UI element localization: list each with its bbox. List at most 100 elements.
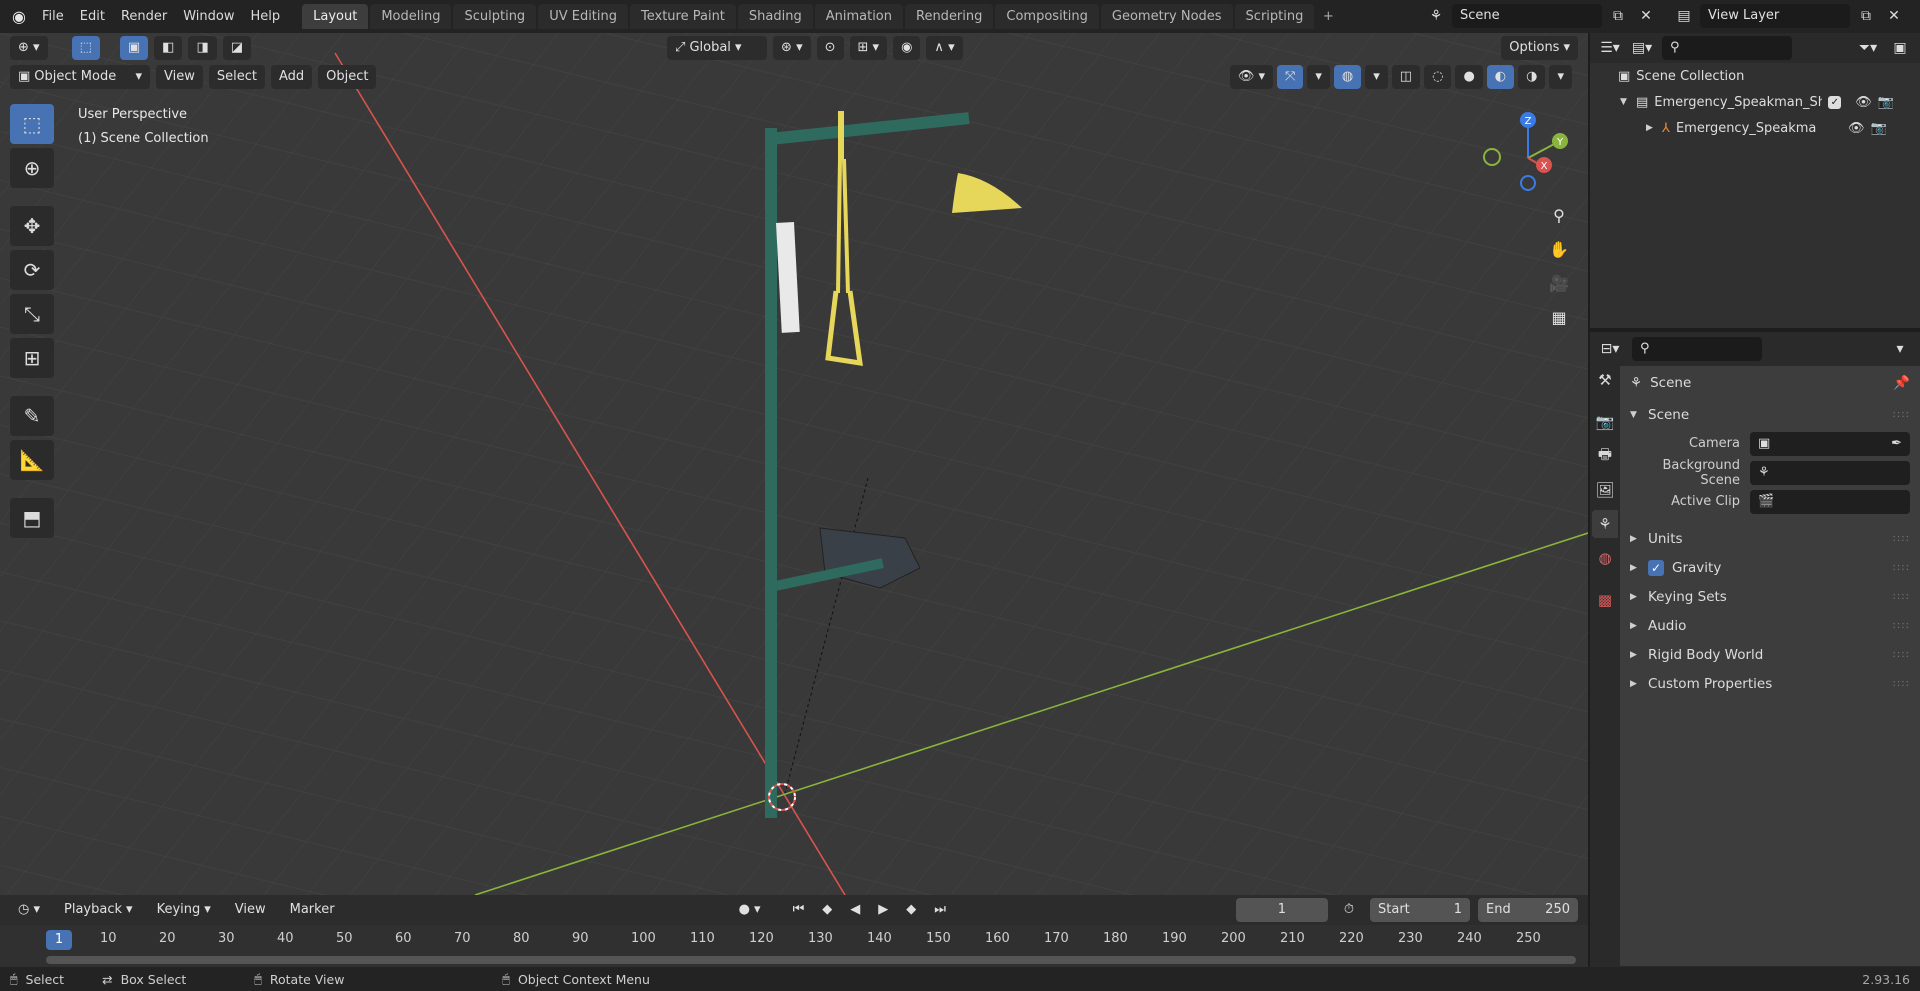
keying-sets-section[interactable]: ▶ Keying Sets :::: <box>1620 582 1920 611</box>
keying-menu[interactable]: Keying ▾ <box>148 898 219 922</box>
camera-icon[interactable]: 📷 <box>1878 95 1894 110</box>
tab-geometry-nodes[interactable]: Geometry Nodes <box>1100 4 1233 29</box>
view-layer-tab-icon[interactable]: 🖼 <box>1592 476 1618 504</box>
drag-handle-icon[interactable]: :::: <box>1893 409 1910 420</box>
menu-edit[interactable]: Edit <box>72 5 113 29</box>
render-tab-icon[interactable]: 📷 <box>1592 408 1618 436</box>
tab-texture-paint[interactable]: Texture Paint <box>630 4 736 29</box>
scene-icon[interactable]: ⚘ <box>1424 4 1448 28</box>
select-menu[interactable]: Select <box>208 65 265 89</box>
shading-dropdown-icon[interactable]: ▾ <box>1549 65 1572 89</box>
properties-editor-icon[interactable]: ⊟▾ <box>1598 337 1622 361</box>
pan-hand-icon[interactable]: ✋ <box>1544 234 1574 264</box>
outliner-row-object[interactable]: ▶ ⅄ Emergency_Speakman_S 👁 📷 <box>1590 115 1920 141</box>
select-mode-tweak-icon[interactable]: ⬚ <box>71 36 100 60</box>
world-tab-icon[interactable]: ◍ <box>1592 544 1618 572</box>
timeline-editor-type[interactable]: ◷ ▾ <box>10 898 49 922</box>
timeline-scrollbar[interactable] <box>46 956 1576 964</box>
cursor-tool-icon[interactable]: ⊕ <box>10 148 54 188</box>
expand-right-icon[interactable]: ▶ <box>1646 123 1656 133</box>
output-tab-icon[interactable]: 🖶 <box>1592 442 1618 470</box>
custom-properties-section[interactable]: ▶ Custom Properties :::: <box>1620 669 1920 698</box>
blender-logo-icon[interactable]: ◉ <box>4 5 34 29</box>
visibility-icon[interactable]: 👁 ▾ <box>1229 65 1273 89</box>
options-button[interactable]: Options ▾ <box>1501 36 1578 60</box>
end-frame-field[interactable]: End 250 <box>1478 898 1578 922</box>
outliner-row-collection[interactable]: ▼ ▤ Emergency_Speakman_Show ✓ 👁 📷 <box>1590 89 1920 115</box>
scene-section[interactable]: ▼ Scene :::: <box>1620 400 1920 429</box>
tab-scripting[interactable]: Scripting <box>1234 4 1315 29</box>
drag-handle-icon[interactable]: :::: <box>1893 562 1910 573</box>
tab-sculpting[interactable]: Sculpting <box>453 4 537 29</box>
drag-handle-icon[interactable]: :::: <box>1893 649 1910 660</box>
jump-end-icon[interactable]: ⏭ <box>926 898 954 922</box>
zoom-icon[interactable]: ⚲ <box>1544 200 1574 230</box>
select-box-tool-icon[interactable]: ⬚ <box>10 104 54 144</box>
falloff-icon[interactable]: ∧ ▾ <box>926 36 963 60</box>
navigation-gizmo[interactable]: Z Y X <box>1480 110 1580 200</box>
tab-layout[interactable]: Layout <box>302 4 369 29</box>
scene-tab-icon[interactable]: ⚘ <box>1592 510 1618 538</box>
play-reverse-icon[interactable]: ◀ <box>842 898 869 922</box>
object-menu[interactable]: Object <box>318 65 377 89</box>
exclude-checkbox[interactable]: ✓ <box>1828 95 1842 109</box>
menu-window[interactable]: Window <box>175 5 242 29</box>
chevron-down-icon[interactable]: ▾ <box>1888 337 1912 361</box>
outliner-editor-icon[interactable]: ☰▾ <box>1598 36 1622 60</box>
units-section[interactable]: ▶ Units :::: <box>1620 524 1920 553</box>
outliner-search-input[interactable]: ⚲ <box>1662 36 1792 60</box>
tab-animation[interactable]: Animation <box>814 4 903 29</box>
snap-target-icon[interactable]: ⊞ ▾ <box>849 36 888 60</box>
view-layer-field[interactable]: View Layer <box>1700 4 1850 28</box>
menu-help[interactable]: Help <box>243 5 289 29</box>
next-keyframe-icon[interactable]: ◆ <box>898 898 925 922</box>
new-collection-icon[interactable]: ▣ <box>1888 36 1912 60</box>
background-scene-field[interactable]: ⚘ <box>1750 460 1910 485</box>
scale-tool-icon[interactable]: ⤡ <box>10 294 54 334</box>
timeline-view-menu[interactable]: View <box>226 898 274 922</box>
drag-handle-icon[interactable]: :::: <box>1893 533 1910 544</box>
snap-icon[interactable]: ⊙ <box>816 36 844 60</box>
camera-view-icon[interactable]: 🎥 <box>1544 268 1574 298</box>
annotate-tool-icon[interactable]: ✎ <box>10 396 54 436</box>
play-icon[interactable]: ▶ <box>870 898 897 922</box>
rigid-body-section[interactable]: ▶ Rigid Body World :::: <box>1620 640 1920 669</box>
transform-orientation-dropdown[interactable]: ⤢ Global ▾ <box>667 36 768 60</box>
audio-section[interactable]: ▶ Audio :::: <box>1620 611 1920 640</box>
xray-icon[interactable]: ◫ <box>1391 65 1421 89</box>
stopwatch-icon[interactable]: ⏱ <box>1335 898 1362 922</box>
filter-icon[interactable]: ⏷▾ <box>1856 36 1880 60</box>
drag-handle-icon[interactable]: :::: <box>1893 591 1910 602</box>
marker-menu[interactable]: Marker <box>281 898 343 922</box>
mode-dropdown[interactable]: ▣ Object Mode ▾ <box>10 65 150 89</box>
tab-shading[interactable]: Shading <box>737 4 813 29</box>
overlay-toggle-icon[interactable]: ◍ <box>1333 65 1362 89</box>
menu-file[interactable]: File <box>34 5 72 29</box>
close-scene-icon[interactable]: ✕ <box>1634 4 1658 28</box>
active-clip-field[interactable]: 🎬 <box>1750 489 1910 514</box>
overlay-dropdown-icon[interactable]: ▾ <box>1365 65 1388 89</box>
camera-icon[interactable]: 📷 <box>1870 121 1886 136</box>
eye-icon[interactable]: 👁 <box>1855 95 1872 110</box>
playhead[interactable]: 1 <box>46 930 72 950</box>
menu-render[interactable]: Render <box>113 5 175 29</box>
start-frame-field[interactable]: Start 1 <box>1370 898 1470 922</box>
gizmo-dropdown-icon[interactable]: ▾ <box>1307 65 1330 89</box>
gravity-section[interactable]: ▶ ✓ Gravity :::: <box>1620 553 1920 582</box>
record-icon[interactable]: ● ▾ <box>730 898 769 922</box>
view-menu[interactable]: View <box>156 65 203 89</box>
current-frame-field[interactable]: 1 <box>1235 898 1328 922</box>
select-intersect-icon[interactable]: ◪ <box>222 36 252 60</box>
add-workspace-icon[interactable]: + <box>1316 4 1340 29</box>
add-cube-tool-icon[interactable]: ⬒ <box>10 498 54 538</box>
jump-start-icon[interactable]: ⏮ <box>784 898 813 922</box>
copy-view-layer-icon[interactable]: ⧉ <box>1854 4 1878 28</box>
editor-type-button[interactable]: ⊕ ▾ <box>10 36 48 60</box>
move-tool-icon[interactable]: ✥ <box>10 206 54 246</box>
eyedropper-icon[interactable]: ✒ <box>1891 436 1902 451</box>
drag-handle-icon[interactable]: :::: <box>1893 678 1910 689</box>
tool-tab-icon[interactable]: ⚒ <box>1592 366 1618 394</box>
outliner-row-scene-collection[interactable]: ▣ Scene Collection <box>1590 63 1920 89</box>
camera-field[interactable]: ▣ ✒ <box>1750 431 1910 456</box>
scene-name-field[interactable]: Scene <box>1452 4 1602 28</box>
